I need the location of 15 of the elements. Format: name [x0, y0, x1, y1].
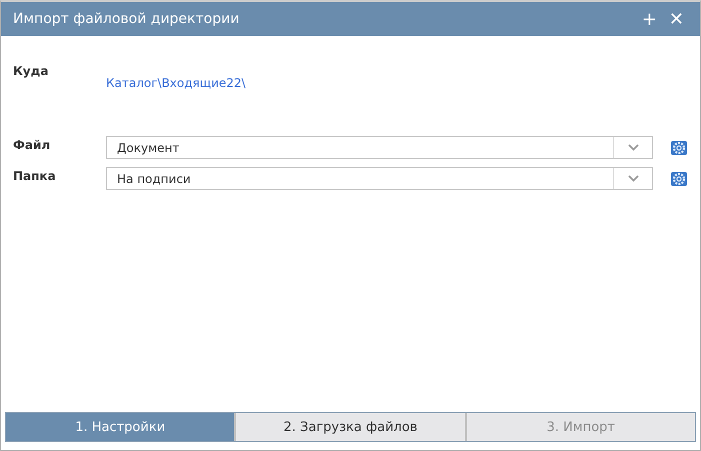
gear-icon[interactable] [670, 170, 688, 188]
close-button[interactable]: ✕ [662, 10, 690, 28]
step-tab[interactable]: 1. Настройки [6, 413, 234, 441]
destination-link[interactable]: Каталог\Входящие22\ [106, 76, 246, 90]
window-title: Импорт файловой директории [13, 11, 240, 27]
dropdown-field[interactable]: На подписи [106, 167, 653, 190]
chevron-down-icon [628, 175, 638, 182]
dropdown-field[interactable]: Документ [106, 136, 653, 159]
field-label: Папка [12, 168, 57, 182]
field-label: Файл [12, 138, 52, 152]
add-button[interactable]: + [636, 10, 663, 28]
chevron-down-icon [628, 144, 638, 151]
step-tab[interactable]: 2. Загрузка файлов [234, 413, 465, 441]
field-label: Куда [12, 64, 50, 80]
gear-icon[interactable] [670, 138, 688, 156]
